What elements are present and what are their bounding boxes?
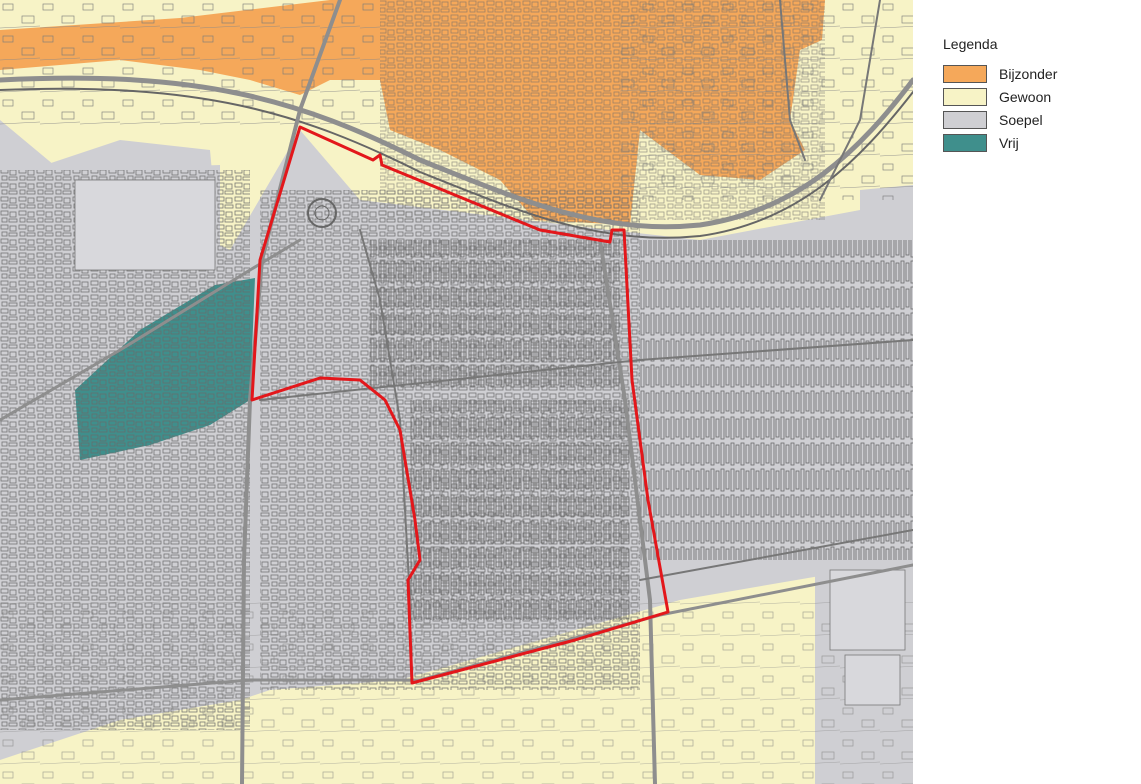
legend-swatch-bijzonder [943, 65, 987, 83]
legend-item-vrij: Vrij [943, 134, 1123, 154]
map-svg [0, 0, 913, 784]
legend-label-bijzonder: Bijzonder [999, 66, 1058, 82]
legend-swatch-soepel [943, 111, 987, 129]
legend-swatch-vrij [943, 134, 987, 152]
legend-label-gewoon: Gewoon [999, 89, 1052, 105]
legend-panel: Legenda Bijzonder Gewoon Soepel Vrij [913, 0, 1141, 784]
legend-item-gewoon: Gewoon [943, 88, 1123, 108]
map-canvas[interactable] [0, 0, 913, 784]
legend-title: Legenda [943, 36, 998, 52]
legend-item-soepel: Soepel [943, 111, 1123, 131]
legend-label-soepel: Soepel [999, 112, 1043, 128]
building-texture [0, 0, 913, 784]
legend-label-vrij: Vrij [999, 135, 1019, 151]
legend-swatch-gewoon [943, 88, 987, 106]
legend-item-bijzonder: Bijzonder [943, 65, 1123, 85]
